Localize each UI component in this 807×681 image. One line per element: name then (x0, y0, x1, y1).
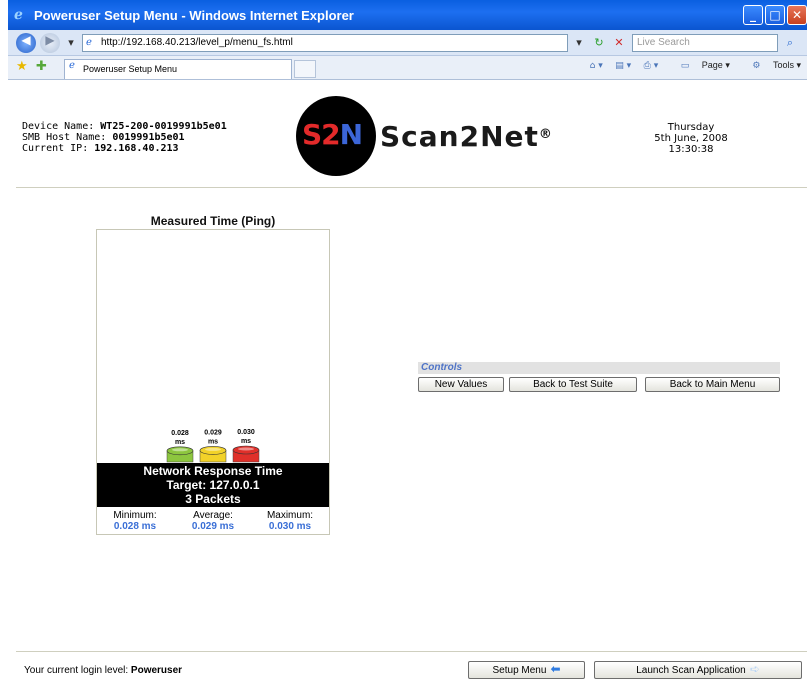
recent-pages-dropdown[interactable]: ▾ (62, 34, 80, 52)
launch-scan-application-button[interactable]: Launch Scan Application ➪ (594, 661, 802, 679)
controls-heading: Controls (418, 362, 780, 374)
setup-menu-button[interactable]: Setup Menu ⬅ (468, 661, 585, 679)
device-info: Device Name: WT25-200-0019991b5e01 SMB H… (22, 121, 227, 154)
address-input[interactable]: ℯ http://192.168.40.213/level_p/menu_fs.… (82, 34, 568, 52)
add-favorites-icon[interactable]: ✚ (36, 59, 47, 74)
back-button[interactable]: ◀ (16, 33, 36, 53)
divider (16, 651, 807, 652)
close-button[interactable]: ✕ (787, 5, 807, 25)
tab-label: Poweruser Setup Menu (83, 64, 178, 74)
home-icon[interactable]: ⌂ ▾ (590, 61, 603, 71)
forward-arrow-icon: ➪ (749, 662, 760, 676)
login-level-value: Poweruser (130, 665, 183, 676)
stop-icon[interactable]: ✕ (610, 34, 628, 52)
back-to-main-menu-button[interactable]: Back to Main Menu (645, 377, 780, 392)
chart-caption: Network Response Time Target: 127.0.0.1 … (97, 463, 329, 507)
page-menu[interactable]: ▭ Page ▾ (671, 60, 730, 71)
page-content: Device Name: WT25-200-0019991b5e01 SMB H… (8, 81, 807, 681)
window-title: Poweruser Setup Menu - Windows Internet … (34, 8, 354, 23)
tab-active[interactable]: ℯ Poweruser Setup Menu (64, 59, 292, 79)
bar-value-label: 0.028 (171, 430, 189, 437)
tools-menu[interactable]: ⚙ Tools ▾ (742, 60, 801, 71)
search-icon[interactable]: ⌕ (781, 34, 799, 52)
command-bar: ⌂ ▾ ▤ ▾ ⎙ ▾ ▭ Page ▾ ⚙ Tools ▾ (580, 60, 801, 71)
stat-minimum: Minimum: 0.028 ms (113, 510, 157, 532)
page-icon: ℯ (86, 37, 92, 48)
bar-unit-label: ms (208, 438, 218, 445)
search-input[interactable]: Live Search (632, 34, 778, 52)
bar-unit-label: ms (175, 439, 185, 446)
bar-minimum (166, 446, 194, 463)
bar-unit-label: ms (241, 438, 251, 445)
bar-value-label: 0.030 (237, 429, 255, 436)
browser-window: ℯ Poweruser Setup Menu - Windows Interne… (8, 0, 807, 681)
internet-explorer-icon: ℯ (14, 7, 23, 23)
date-time: Thursday 5th June, 2008 13:30:38 (616, 122, 766, 155)
bar-maximum (232, 445, 260, 463)
chart-stats: Minimum: 0.028 ms Average: 0.029 ms Maxi… (97, 509, 329, 535)
stat-maximum: Maximum: 0.030 ms (266, 510, 314, 532)
time: 13:30:38 (668, 144, 714, 155)
tab-page-icon: ℯ (69, 60, 75, 71)
caption-line: Network Response Time (143, 464, 283, 478)
tab-bar: ★ ✚ ℯ Poweruser Setup Menu ⌂ ▾ ▤ ▾ ⎙ ▾ ▭… (8, 56, 807, 80)
favorites-star-icon[interactable]: ★ (16, 59, 28, 74)
new-values-button[interactable]: New Values (418, 377, 504, 392)
forward-button[interactable]: ▶ (40, 33, 60, 53)
login-level: Your current login level: Poweruser (24, 665, 183, 676)
current-ip: 192.168.40.213 (94, 143, 179, 154)
bar-value-label: 0.029 (204, 429, 222, 436)
title-bar: ℯ Poweruser Setup Menu - Windows Interne… (8, 0, 807, 30)
caption-line: Target: 127.0.0.1 (166, 478, 260, 492)
minimize-button[interactable]: _ (743, 5, 763, 25)
chart-title: Measured Time (Ping) (150, 214, 276, 228)
stat-average: Average: 0.029 ms (191, 510, 235, 532)
address-text: http://192.168.40.213/level_p/menu_fs.ht… (101, 37, 293, 48)
chart-plot: 0.028 ms 0.029 ms 0.030 ms (166, 429, 260, 463)
new-tab-button[interactable] (294, 60, 316, 78)
address-dropdown-button[interactable]: ▾ (570, 34, 588, 52)
smb-host-name: 0019991b5e01 (112, 132, 185, 143)
date: 5th June, 2008 (654, 133, 728, 144)
back-to-test-suite-button[interactable]: Back to Test Suite (509, 377, 637, 392)
bar-average (199, 446, 227, 463)
feeds-icon[interactable]: ▤ ▾ (615, 61, 631, 71)
address-bar-row: ◀ ▶ ▾ ℯ http://192.168.40.213/level_p/me… (8, 30, 807, 56)
caption-line: 3 Packets (185, 492, 241, 506)
divider (16, 187, 807, 188)
device-name: WT25-200-0019991b5e01 (100, 121, 227, 132)
ping-chart: 0.028 ms 0.029 ms 0.030 ms Network Response T… (96, 229, 330, 535)
refresh-icon[interactable]: ↻ (590, 34, 608, 52)
weekday: Thursday (667, 122, 715, 133)
maximize-button[interactable]: □ (765, 5, 785, 25)
print-icon[interactable]: ⎙ ▾ (644, 61, 659, 71)
scan2net-logo: S2N Scan2Net® (296, 96, 561, 176)
back-arrow-icon: ⬅ (550, 662, 561, 676)
